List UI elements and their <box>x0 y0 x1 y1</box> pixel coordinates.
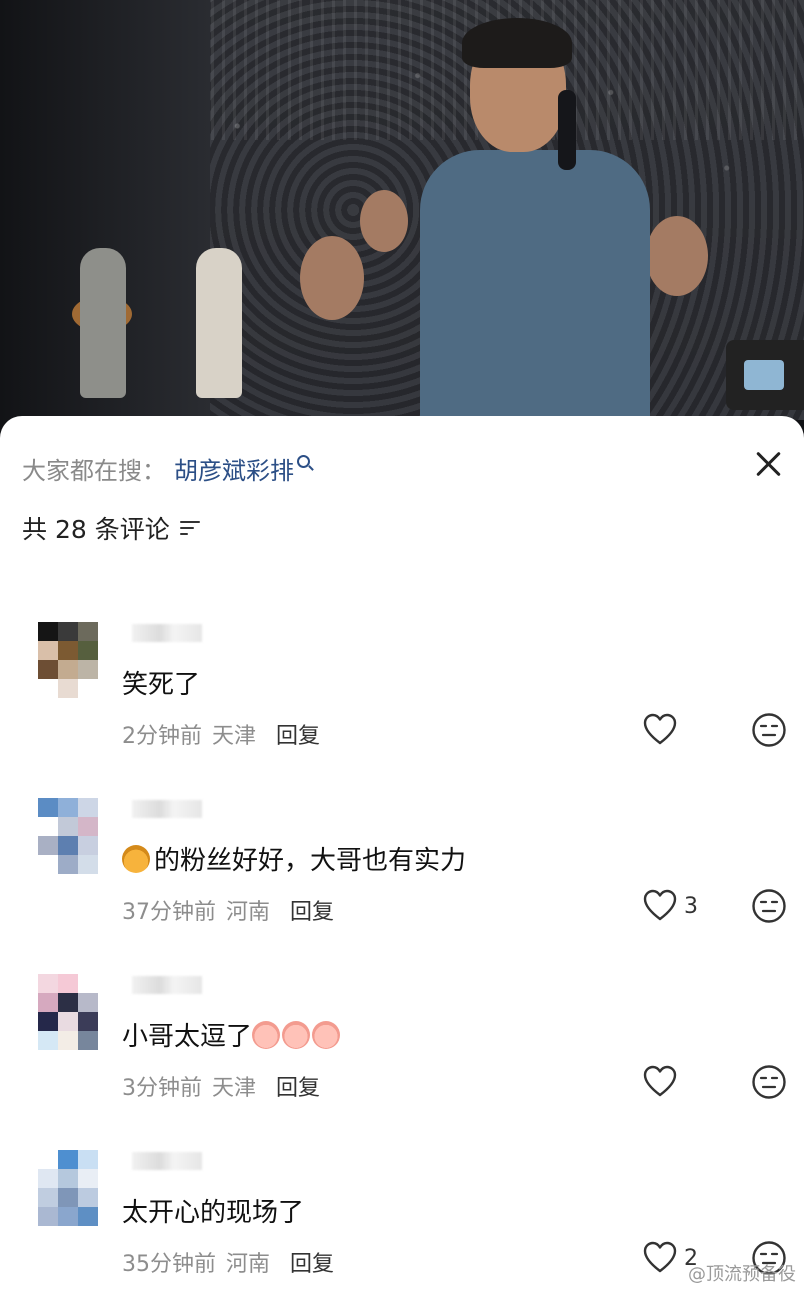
reply-button[interactable]: 回复 <box>290 900 334 925</box>
avatar[interactable] <box>38 1150 98 1226</box>
guitarist-figure <box>80 248 126 398</box>
comments-count-header: 共 28 条评论 <box>22 510 200 546</box>
reply-button[interactable]: 回复 <box>276 724 320 749</box>
username-blurred[interactable] <box>132 1152 202 1170</box>
comment-time: 35分钟前 <box>122 1252 216 1277</box>
comment-item: 笑死了 2分钟前 天津 回复 <box>0 622 804 782</box>
tiger-emoji-icon <box>122 845 150 873</box>
trending-search-prefix: 大家都在搜： <box>22 456 166 485</box>
comment-location: 河南 <box>226 1252 271 1277</box>
trending-search-term[interactable]: 胡彦斌彩排 <box>174 451 294 486</box>
audience-face <box>360 190 408 252</box>
heart-icon[interactable] <box>642 712 678 748</box>
audience-face <box>646 216 708 296</box>
watermark: @顶流预备役 <box>688 1264 796 1285</box>
microphone-image <box>558 90 576 170</box>
comment-text: 小哥太逗了 <box>122 1016 342 1053</box>
comments-count: 共 28 条评论 <box>22 515 170 544</box>
comment-time: 2分钟前 <box>122 724 202 749</box>
audience-face <box>300 236 364 320</box>
filter-icon[interactable] <box>179 520 200 536</box>
singer-figure <box>196 248 242 398</box>
comment-item: 的粉丝好好，大哥也有实力 37分钟前 河南 回复 3 <box>0 798 804 958</box>
comment-meta: 37分钟前 河南 回复 <box>122 894 334 926</box>
comment-time: 37分钟前 <box>122 900 216 925</box>
username-blurred[interactable] <box>132 800 202 818</box>
meh-face-icon[interactable] <box>751 1064 787 1100</box>
comment-item: 小哥太逗了 3分钟前 天津 回复 <box>0 974 804 1134</box>
search-icon <box>297 454 310 468</box>
avatar[interactable] <box>38 974 98 1050</box>
comment-location: 河南 <box>226 900 271 925</box>
comment-location: 天津 <box>212 1076 257 1101</box>
comment-time: 3分钟前 <box>122 1076 202 1101</box>
comment-text: 笑死了 <box>122 670 201 700</box>
close-icon[interactable] <box>750 446 786 482</box>
comment-meta: 2分钟前 天津 回复 <box>122 718 320 750</box>
heart-icon[interactable] <box>642 1064 678 1100</box>
trending-search[interactable]: 大家都在搜： 胡彦斌彩排 <box>22 450 310 486</box>
comment-sheet: 大家都在搜： 胡彦斌彩排 共 28 条评论 笑死了 2分钟前 天津 回复 的粉丝… <box>0 416 804 1294</box>
avatar[interactable] <box>38 622 98 698</box>
crying-emoji-icon <box>282 1021 311 1049</box>
standing-man-hair <box>462 18 572 68</box>
video-player[interactable] <box>0 0 804 440</box>
comment-location: 天津 <box>212 724 257 749</box>
comment-meta: 3分钟前 天津 回复 <box>122 1070 320 1102</box>
camera-image <box>726 340 804 410</box>
comment-text: 的粉丝好好，大哥也有实力 <box>122 840 466 877</box>
username-blurred[interactable] <box>132 976 202 994</box>
comment-meta: 35分钟前 河南 回复 <box>122 1246 334 1278</box>
crying-emoji-icon <box>312 1021 341 1049</box>
meh-face-icon[interactable] <box>751 712 787 748</box>
heart-icon[interactable] <box>642 1240 678 1276</box>
heart-icon[interactable] <box>642 888 678 924</box>
meh-face-icon[interactable] <box>751 888 787 924</box>
comment-item: 太开心的现场了 35分钟前 河南 回复 2 <box>0 1150 804 1310</box>
avatar[interactable] <box>38 798 98 874</box>
username-blurred[interactable] <box>132 624 202 642</box>
comment-text: 太开心的现场了 <box>122 1198 305 1228</box>
reply-button[interactable]: 回复 <box>276 1076 320 1101</box>
like-count: 3 <box>684 894 698 919</box>
standing-man-shirt <box>420 150 650 420</box>
crying-emoji-icon <box>252 1021 281 1049</box>
reply-button[interactable]: 回复 <box>290 1252 334 1277</box>
